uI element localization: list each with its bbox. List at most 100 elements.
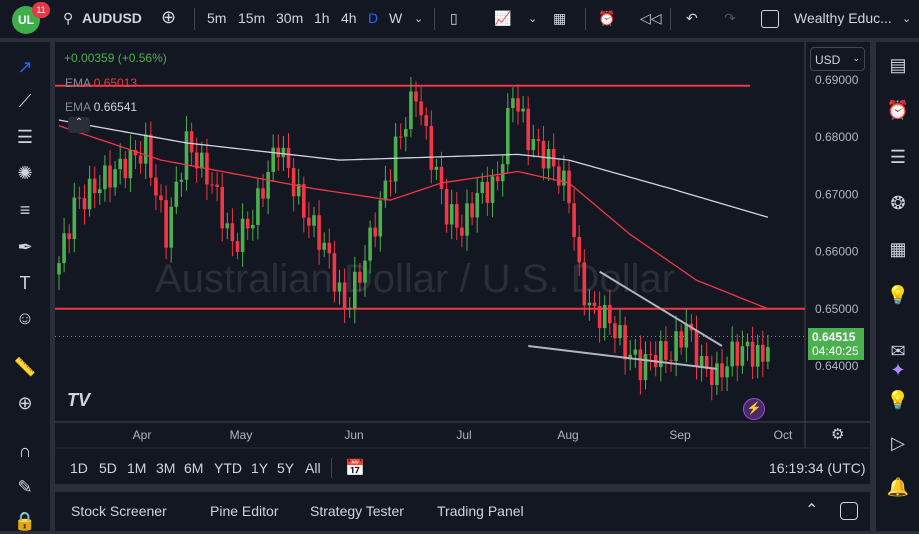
candle-body	[444, 188, 449, 225]
range-YTD[interactable]: YTD	[214, 460, 242, 476]
candle-body	[266, 171, 270, 199]
tf-15m[interactable]: 15m	[238, 10, 265, 26]
tf-1h[interactable]: 1h	[314, 10, 330, 26]
candle-body	[419, 101, 423, 116]
undo-icon[interactable]: ↶	[686, 10, 698, 27]
zoom-icon[interactable]: ⊕	[12, 390, 38, 416]
price-tick-label: 0.64000	[815, 359, 859, 373]
candle-body	[613, 323, 617, 339]
candle-body	[679, 331, 683, 348]
search-icon[interactable]: ⚲	[63, 10, 73, 27]
range-1Y[interactable]: 1Y	[251, 460, 268, 476]
brush-icon[interactable]: ✒	[12, 234, 38, 260]
tab-pine-editor[interactable]: Pine Editor	[210, 503, 278, 519]
chart-pane[interactable]: Australian Dollar / U.S. Dollar 0.69000 0…	[55, 42, 870, 484]
emoji-icon[interactable]: ☺	[12, 305, 38, 331]
replay-icon[interactable]: ◁◁	[640, 10, 662, 27]
range-All[interactable]: All	[305, 460, 321, 476]
notification-badge: 11	[32, 2, 50, 18]
candle-body	[123, 158, 128, 179]
tf-4h[interactable]: 4h	[341, 10, 357, 26]
news-icon[interactable]: ☰	[885, 144, 911, 170]
layout-icon[interactable]: ▦	[553, 10, 566, 27]
tab-strategy-tester[interactable]: Strategy Tester	[310, 503, 404, 519]
expand-panel-icon[interactable]: ⌃	[805, 500, 818, 520]
date-range-icon[interactable]: 📅	[345, 458, 365, 478]
candle-body	[276, 147, 281, 158]
add-symbol-button[interactable]: ⊕	[161, 7, 176, 28]
fullscreen-checkbox[interactable]	[761, 10, 779, 28]
lock-icon[interactable]: 🔒	[12, 508, 38, 534]
tf-D[interactable]: D	[368, 10, 378, 26]
symbol-search[interactable]: AUDUSD	[82, 10, 142, 26]
lock-drawings-icon[interactable]: ✎	[12, 474, 38, 500]
candle-body	[623, 325, 627, 360]
ema-label[interactable]: EMA	[65, 76, 90, 90]
currency-select[interactable]: USD ⌄	[810, 47, 865, 71]
ema-label[interactable]: EMA	[65, 100, 90, 114]
candle-body	[113, 169, 117, 188]
tab-trading-panel[interactable]: Trading Panel	[437, 503, 524, 519]
chevron-down-icon[interactable]: ⌄	[414, 12, 423, 25]
candle-body	[424, 115, 428, 126]
range-1M[interactable]: 1M	[127, 460, 146, 476]
range-3M[interactable]: 3M	[156, 460, 175, 476]
indicators-icon[interactable]: 📈	[494, 10, 511, 27]
clock[interactable]: 16:19:34 (UTC)	[769, 460, 865, 476]
candle-body	[735, 341, 740, 366]
ideas-icon[interactable]: 💡	[885, 282, 911, 308]
candle-body	[562, 170, 566, 186]
candle-body	[465, 203, 469, 236]
tf-30m[interactable]: 30m	[276, 10, 303, 26]
account-name[interactable]: Wealthy Educ...	[794, 10, 892, 26]
watchlist-icon[interactable]: ▤	[885, 52, 911, 78]
range-5Y[interactable]: 5Y	[277, 460, 294, 476]
ruler-icon[interactable]: 📏	[12, 354, 38, 380]
settings-gear-icon[interactable]: ⚙	[831, 425, 844, 443]
signals-icon[interactable]: 💡	[885, 387, 911, 413]
range-5D[interactable]: 5D	[99, 460, 117, 476]
notifications-icon[interactable]: 🔔	[885, 474, 911, 500]
sparkle-icon[interactable]: ✦	[885, 357, 911, 383]
candle-body	[567, 170, 571, 204]
alarm-icon[interactable]: ⏰	[885, 97, 911, 123]
tab-stock-screener[interactable]: Stock Screener	[71, 503, 167, 519]
pattern-icon[interactable]: ✺	[12, 160, 38, 186]
candle-body	[138, 155, 143, 164]
candle-body	[638, 349, 643, 381]
calendar-icon[interactable]: ▦	[885, 236, 911, 262]
chevron-down-icon[interactable]: ⌄	[902, 12, 911, 25]
candle-type-icon[interactable]: ▯	[450, 10, 458, 27]
tf-5m[interactable]: 5m	[207, 10, 226, 26]
last-price-badge: 0.64515 04:40:25	[808, 328, 864, 360]
candle-body	[404, 129, 408, 137]
chevron-down-icon[interactable]: ⌄	[528, 12, 537, 25]
hotlist-icon[interactable]: ❂	[885, 190, 911, 216]
trendline-icon[interactable]: ⟋	[12, 88, 38, 114]
fib-icon[interactable]: ☰	[12, 124, 38, 150]
candle-body	[414, 91, 418, 102]
change-readout: +0.00359 (+0.56%)	[64, 51, 167, 65]
stream-icon[interactable]: ▷	[885, 430, 911, 456]
forecast-icon[interactable]: ≡	[12, 197, 38, 223]
candle-body	[353, 271, 357, 309]
right-toolbar: ▤ ⏰ ☰ ❂ ▦ 💡 ✉ ✦ 💡 ▷ 🔔	[876, 42, 919, 531]
candle-body	[358, 271, 362, 283]
magnet-icon[interactable]: ∩	[12, 438, 38, 464]
tf-W[interactable]: W	[389, 10, 402, 26]
lightning-icon[interactable]: ⚡	[743, 398, 765, 420]
collapse-legend-icon[interactable]: ⌃	[68, 117, 90, 133]
candle-body	[230, 223, 235, 242]
candle-body	[602, 304, 607, 329]
redo-icon[interactable]: ↷	[724, 10, 736, 27]
range-1D[interactable]: 1D	[70, 460, 88, 476]
candle-body	[429, 125, 434, 170]
tradingview-logo[interactable]: TV	[67, 390, 90, 411]
range-6M[interactable]: 6M	[184, 460, 203, 476]
maximize-panel-icon[interactable]	[840, 502, 858, 520]
candle-body	[302, 184, 306, 218]
candle-body	[337, 282, 342, 292]
cursor-icon[interactable]: ↗	[12, 54, 38, 80]
text-icon[interactable]: T	[12, 270, 38, 296]
alarm-add-icon[interactable]: ⏰	[598, 10, 615, 27]
